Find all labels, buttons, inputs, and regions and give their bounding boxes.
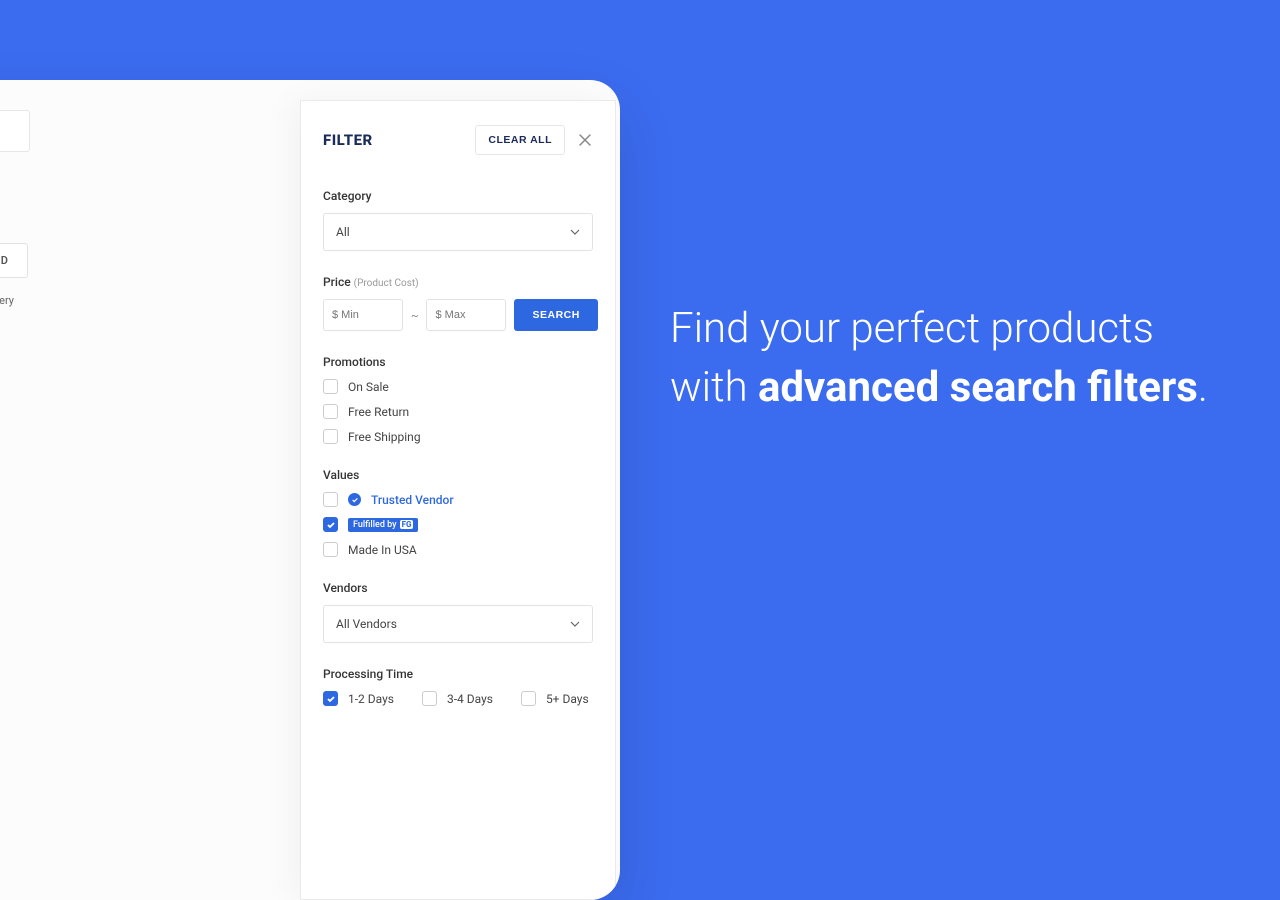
filter-title: FILTER [323,131,373,149]
value-trusted-vendor[interactable]: Trusted Vendor [323,492,593,507]
vendors-section: Vendors All Vendors [301,567,615,653]
category-select[interactable]: All [323,213,593,251]
checkbox-icon [422,691,437,706]
checkbox-icon [521,691,536,706]
checkbox-icon [323,492,338,507]
value-made-in-usa[interactable]: Made In USA [323,542,593,557]
processing-3-4[interactable]: 3-4 Days [422,691,493,706]
processing-1-2[interactable]: 1-2 Days [323,691,394,706]
clear-all-button[interactable]: CLEAR ALL [475,125,565,155]
tilde-icon: ~ [411,309,418,322]
price-label: Price (Product Cost) [323,275,593,289]
vendors-select[interactable]: All Vendors [323,605,593,643]
processing-label: Processing Time [323,667,593,681]
close-icon[interactable] [577,132,593,148]
processing-section: Processing Time 1-2 Days 3-4 Days 5+ Day… [301,653,615,716]
tag-item[interactable]: Lingerie / Hosiery [0,294,14,307]
category-pill[interactable]: FOOD [0,243,28,278]
value-fulfilled-by[interactable]: Fulfilled by FG [323,517,593,532]
promo-free-shipping[interactable]: Free Shipping [323,429,593,444]
marketing-line1: Find your perfect products [670,304,1154,353]
chevron-down-icon [570,619,580,629]
category-label: Category [323,189,593,203]
category-row: ABIES BATH & BEAUTY HOME & GARDEN FOOD [0,243,28,278]
chevron-down-icon [570,227,580,237]
promo-free-return[interactable]: Free Return [323,404,593,419]
tag-row-1: enim Party Dresses Sets Swimwear Lingeri… [0,294,14,307]
category-section: Category All [301,175,615,261]
search-button[interactable]: SEARCH [514,299,597,331]
processing-5plus[interactable]: 5+ Days [521,691,589,706]
price-min-input[interactable] [323,299,403,331]
promo-on-sale[interactable]: On Sale [323,379,593,394]
top-search-bar[interactable] [0,110,30,152]
checkbox-icon [323,379,338,394]
filter-header: FILTER CLEAR ALL [301,125,615,175]
marketing-line2-suffix: . [1198,363,1208,412]
trusted-icon [348,493,361,506]
promotions-label: Promotions [323,355,593,369]
price-section: Price (Product Cost) ~ SEARCH [301,261,615,341]
checkbox-icon [323,429,338,444]
marketing-headline: Find your perfect products with advanced… [670,300,1208,418]
fulfilled-badge: Fulfilled by FG [348,518,418,532]
filter-panel: FILTER CLEAR ALL Category All Price (Pro… [300,100,616,900]
values-section: Values Trusted Vendor Fulfilled by FG [301,454,615,567]
vendors-label: Vendors [323,581,593,595]
checkbox-checked-icon [323,691,338,706]
values-label: Values [323,468,593,482]
marketing-line2-strong: advanced search filters [758,363,1198,412]
app-window: ABIES BATH & BEAUTY HOME & GARDEN FOOD e… [0,80,620,900]
checkbox-icon [323,542,338,557]
checkbox-icon [323,404,338,419]
checkbox-checked-icon [323,517,338,532]
price-max-input[interactable] [426,299,506,331]
promotions-section: Promotions On Sale Free Return Free Ship… [301,341,615,454]
marketing-line2-prefix: with [670,363,758,412]
